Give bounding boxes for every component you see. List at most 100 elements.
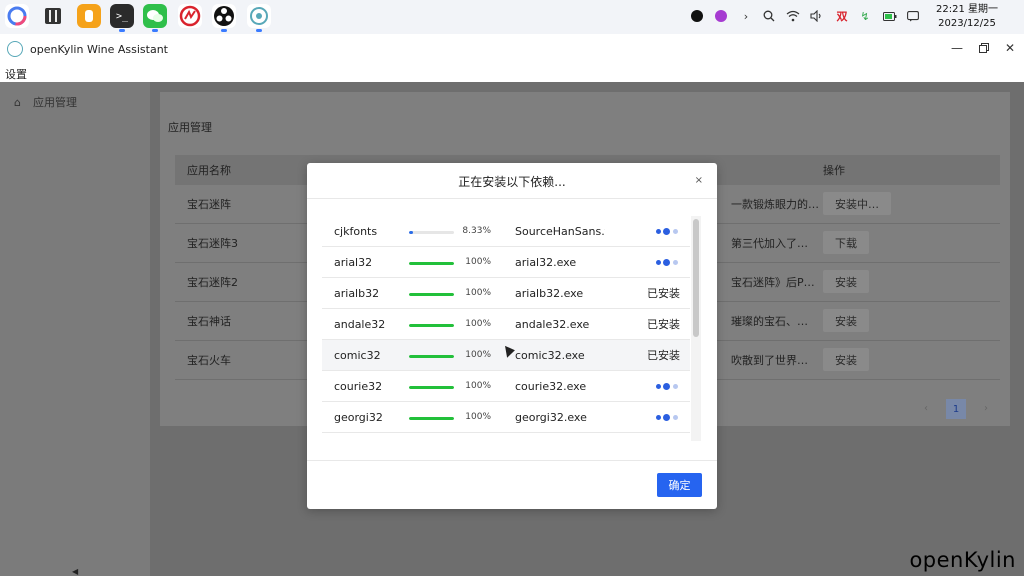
progress-percent: 100%	[465, 319, 491, 329]
progress-bar	[409, 417, 454, 420]
dependency-row: courie32 100% courie32.exe	[322, 371, 690, 402]
clock[interactable]: 22:21 星期一 2023/12/25	[936, 3, 998, 31]
loading-spinner-icon	[654, 383, 680, 390]
settings-menu[interactable]: 设置	[5, 66, 27, 82]
dependency-row: arialb32 100% arialb32.exe 已安装	[322, 278, 690, 309]
sidebar-item-app-management[interactable]: ⌂ 应用管理	[14, 94, 77, 110]
next-page-icon[interactable]: ›	[984, 403, 988, 414]
obs-icon[interactable]	[212, 4, 236, 32]
dependency-list: cjkfonts 8.33% SourceHanSans.ttf arial32 100…	[322, 216, 690, 433]
install-button[interactable]: 安装	[823, 270, 869, 293]
notification-icon[interactable]	[906, 9, 920, 23]
close-icon[interactable]: ×	[695, 175, 703, 186]
running-indicator	[152, 29, 158, 32]
clock-time: 22:21 星期一	[936, 4, 998, 15]
app-tray-icon[interactable]	[690, 9, 704, 23]
app-description: 一款锻炼眼力的…	[731, 198, 819, 211]
clock-date: 2023/12/25	[938, 18, 996, 29]
sidebar: ⌂ 应用管理 ◀	[0, 82, 150, 576]
dependency-name: arial32	[334, 255, 373, 269]
progress-percent: 8.33%	[462, 226, 491, 236]
dependency-file: arialb32.exe	[515, 286, 584, 300]
progress-bar	[409, 231, 454, 234]
progress-fill	[409, 262, 454, 265]
progress-percent: 100%	[465, 288, 491, 298]
download-button[interactable]: 下载	[823, 231, 869, 254]
terminal-icon[interactable]: >_	[110, 4, 134, 32]
progress-bar	[409, 386, 454, 389]
window-titlebar[interactable]: openKylin Wine Assistant — ✕	[0, 34, 1024, 64]
app-name: 宝石迷阵3	[187, 237, 238, 250]
install-button[interactable]: 安装	[823, 348, 869, 371]
dependency-file: courie32.exe	[515, 379, 587, 393]
installing-button[interactable]: 安装中…	[823, 192, 891, 215]
confirm-button[interactable]: 确定	[657, 473, 702, 497]
dependency-file: SourceHanSans.ttf	[515, 224, 605, 238]
minimize-icon[interactable]: —	[950, 41, 964, 55]
input-method-icon[interactable]: 双	[835, 9, 849, 23]
progress-fill	[409, 355, 454, 358]
running-indicator	[119, 29, 125, 32]
app-description: 第三代加入了…	[731, 237, 808, 250]
dependency-row: georgi32 100% georgi32.exe	[322, 402, 690, 433]
progress-fill	[409, 231, 413, 234]
home-icon: ⌂	[14, 95, 21, 109]
progress-percent: 100%	[465, 257, 491, 267]
scrollbar[interactable]	[691, 216, 701, 441]
wps-icon[interactable]	[178, 4, 202, 28]
chevron-right-icon[interactable]: ›	[739, 9, 753, 23]
progress-fill	[409, 386, 454, 389]
progress-bar	[409, 355, 454, 358]
wechat-icon[interactable]	[143, 4, 167, 32]
dependency-name: courie32	[334, 379, 383, 393]
running-indicator	[221, 29, 227, 32]
app-name: 宝石迷阵	[187, 198, 231, 211]
wifi-icon[interactable]	[786, 9, 800, 23]
top-taskbar: >_ › 双 ↯ 22:21 星期一 2023/12/25	[0, 0, 1024, 34]
install-dependencies-dialog: 正在安装以下依赖... × cjkfonts 8.33% SourceHanSans…	[307, 163, 717, 509]
media-tray-icon[interactable]	[714, 9, 728, 23]
window-title: openKylin Wine Assistant	[30, 43, 168, 56]
sidebar-item-label: 应用管理	[32, 96, 77, 109]
search-icon[interactable]	[762, 9, 776, 23]
restore-icon[interactable]	[977, 41, 991, 55]
progress-bar	[409, 262, 454, 265]
loading-spinner-icon	[654, 414, 680, 421]
app-description: 吹散到了世界…	[731, 354, 808, 367]
running-indicator	[256, 29, 262, 32]
install-status: 已安装	[647, 318, 680, 331]
progress-percent: 100%	[465, 381, 491, 391]
dependency-row: andale32 100% andale32.exe 已安装	[322, 309, 690, 340]
dependency-name: georgi32	[334, 410, 383, 424]
progress-bar	[409, 293, 454, 296]
column-header-action: 操作	[823, 164, 845, 177]
volume-icon[interactable]	[810, 9, 824, 23]
close-icon[interactable]: ✕	[1003, 41, 1017, 55]
scrollbar-thumb[interactable]	[693, 219, 699, 337]
app-store-icon[interactable]	[77, 4, 101, 28]
dependency-name: cjkfonts	[334, 224, 378, 238]
progress-fill	[409, 417, 454, 420]
dependency-name: andale32	[334, 317, 386, 331]
app-logo-icon	[7, 41, 23, 57]
dependency-name: arialb32	[334, 286, 380, 300]
start-menu-icon[interactable]	[5, 4, 29, 28]
battery-icon[interactable]	[883, 9, 897, 23]
app-name: 宝石迷阵2	[187, 276, 238, 289]
dependency-file: georgi32.exe	[515, 410, 587, 424]
dialog-title: 正在安装以下依赖...	[458, 175, 566, 189]
app-description: 璀璨的宝石、…	[731, 315, 808, 328]
wine-assistant-icon[interactable]	[247, 4, 271, 32]
file-manager-icon[interactable]	[41, 4, 65, 28]
dependency-row: cjkfonts 8.33% SourceHanSans.ttf	[322, 216, 690, 247]
loading-spinner-icon	[654, 259, 680, 266]
prev-page-icon[interactable]: ‹	[924, 403, 928, 414]
app-name: 宝石火车	[187, 354, 231, 367]
page-title: 应用管理	[168, 121, 212, 134]
app-description: 宝石迷阵》后P…	[731, 276, 815, 289]
install-button[interactable]: 安装	[823, 309, 869, 332]
page-number-button[interactable]: 1	[946, 399, 966, 419]
network-tray-icon[interactable]: ↯	[858, 9, 872, 23]
collapse-sidebar-icon[interactable]: ◀	[72, 567, 78, 576]
install-status: 已安装	[647, 287, 680, 300]
